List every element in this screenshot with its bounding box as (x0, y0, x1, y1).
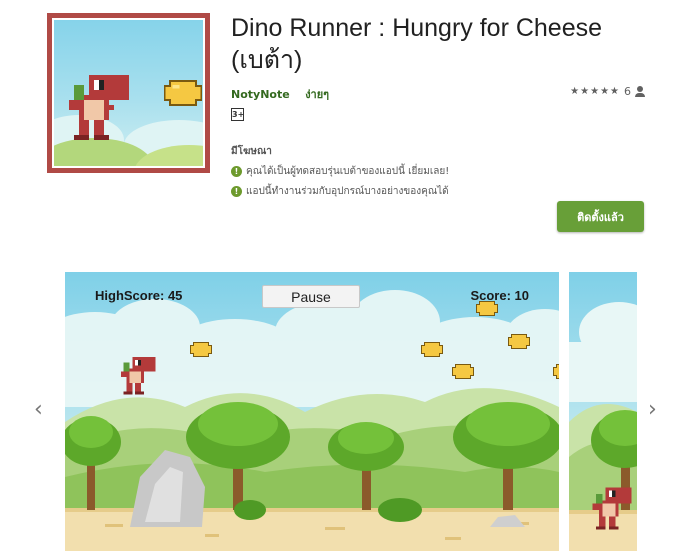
highscore-label: HighScore: 45 (95, 288, 183, 303)
info-circle-icon: ! (231, 186, 242, 197)
cheese-coin-icon (476, 301, 498, 316)
info-circle-icon: ! (231, 166, 242, 177)
rating-count: 6 (624, 85, 631, 98)
cheese-coin-icon (190, 342, 212, 357)
cheese-coin-icon (508, 334, 530, 349)
rating-summary: ★★★★★ 6 (570, 85, 645, 98)
pause-button: Pause (262, 285, 360, 308)
contains-ads-label: มีโฆษณา (231, 146, 272, 157)
app-title: Dino Runner : Hungry for Cheese (เบต้า) (231, 14, 603, 74)
dino-sprite (592, 487, 632, 530)
person-icon (635, 86, 645, 97)
dino-sprite (120, 356, 156, 395)
app-icon-artwork (54, 20, 203, 166)
beta-tester-notice: ! คุณได้เป็นผู้ทดสอบรุ่นเบต้าของแอปนี้ เ… (231, 164, 449, 179)
installed-button[interactable]: ติดตั้งแล้ว (557, 201, 644, 232)
age-rating-badge[interactable]: 3+ (231, 108, 244, 121)
screenshot-1[interactable]: HighScore: 45 Pause Score: 10 (65, 272, 559, 551)
app-icon (47, 13, 210, 173)
star-rating: ★★★★★ (570, 86, 620, 97)
cheese-coin-icon (452, 364, 474, 379)
cheese-coin-icon (553, 364, 559, 379)
device-compat-notice: ! แอปนี้ทำงานร่วมกับอุปกรณ์บางอย่างของคุ… (231, 184, 449, 199)
chevron-left-icon[interactable]: ‹ (34, 398, 43, 422)
chevron-right-icon[interactable]: › (648, 398, 657, 422)
notice-text: แอปนี้ทำงานร่วมกับอุปกรณ์บางอย่างของคุณไ… (246, 186, 449, 197)
notice-text: คุณได้เป็นผู้ทดสอบรุ่นเบต้าของแอปนี้ เยี… (246, 166, 450, 177)
screenshot-2[interactable] (569, 272, 637, 551)
developer-row: NotyNote ง่ายๆ (231, 85, 329, 103)
cheese-coin-icon (164, 80, 202, 106)
developer-link[interactable]: NotyNote (231, 88, 290, 101)
cheese-coin-icon (421, 342, 443, 357)
category-link[interactable]: ง่ายๆ (305, 88, 329, 101)
dino-icon (69, 75, 129, 140)
